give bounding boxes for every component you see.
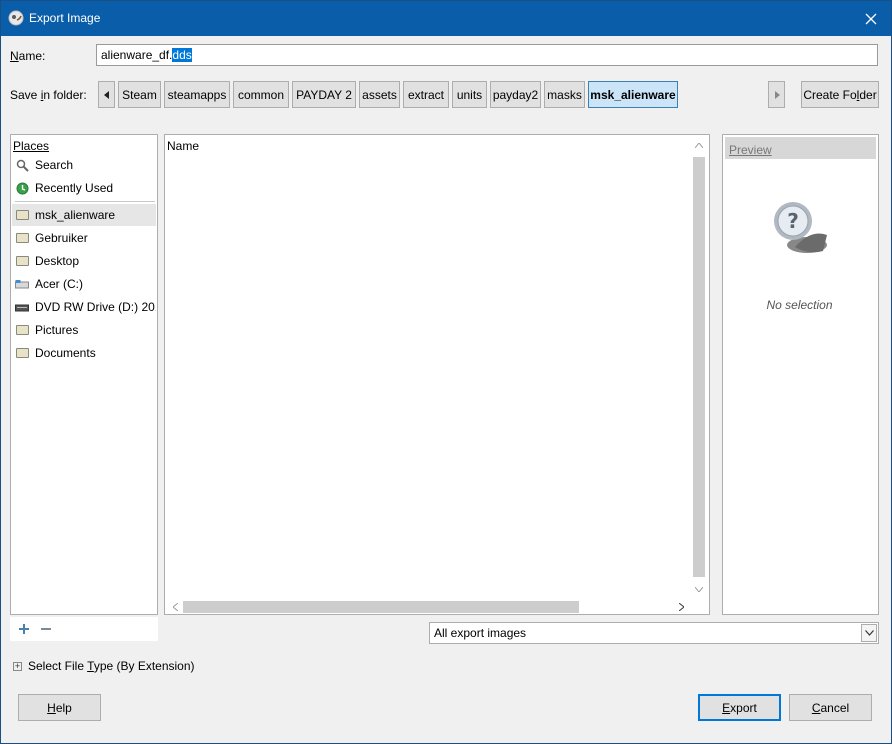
dvd-drive-icon: [15, 301, 29, 313]
folder-icon: [15, 209, 29, 221]
places-panel: Places Search Recently Used msk_alienwar…: [10, 134, 158, 615]
search-icon: [15, 159, 29, 172]
filename-selected-extension: dds: [172, 48, 192, 62]
remove-bookmark-icon[interactable]: [40, 623, 52, 635]
places-separator: [15, 201, 155, 202]
close-icon: [865, 13, 877, 24]
preview-header: Preview: [725, 137, 876, 159]
place-recently-used[interactable]: Recently Used: [12, 177, 156, 199]
crumb-units[interactable]: units: [452, 81, 487, 108]
chevron-down-icon[interactable]: [861, 624, 877, 642]
scroll-right-icon[interactable]: [679, 603, 684, 611]
cancel-button[interactable]: Cancel: [789, 694, 872, 721]
folder-icon: [15, 232, 29, 244]
window-title: Export Image: [29, 11, 101, 25]
crumb-scroll-left-button[interactable]: [98, 81, 115, 108]
place-desktop[interactable]: Desktop: [12, 250, 156, 272]
export-image-dialog: Export Image Name: alienware_df.dds Save…: [0, 0, 892, 744]
place-gebruiker[interactable]: Gebruiker: [12, 227, 156, 249]
place-search[interactable]: Search: [12, 154, 156, 176]
crumb-msk-alienware[interactable]: msk_alienware: [588, 81, 678, 108]
create-folder-button[interactable]: Create Fo l der: [801, 81, 879, 108]
places-header: Places: [13, 139, 50, 153]
horizontal-scrollbar[interactable]: [167, 599, 691, 613]
export-button[interactable]: Export: [698, 694, 781, 721]
filename-input[interactable]: alienware_df.dds: [96, 44, 878, 66]
triangle-left-icon: [103, 90, 109, 99]
save-in-folder-label: Save in folder:: [10, 88, 87, 102]
crumb-common[interactable]: common: [233, 81, 289, 108]
crumb-payday2[interactable]: payday2: [490, 81, 541, 108]
folder-icon: [15, 347, 29, 359]
place-acer-c[interactable]: Acer (C:): [12, 273, 156, 295]
drive-icon: [15, 278, 29, 290]
svg-text:?: ?: [787, 209, 799, 233]
add-bookmark-icon[interactable]: [18, 623, 30, 635]
vertical-scrollbar[interactable]: [691, 137, 707, 599]
place-pictures[interactable]: Pictures: [12, 319, 156, 341]
help-button[interactable]: Help: [18, 694, 101, 721]
scroll-down-icon[interactable]: [695, 587, 703, 592]
crumb-payday-2[interactable]: PAYDAY 2: [292, 81, 356, 108]
vertical-scroll-thumb[interactable]: [693, 157, 705, 577]
crumb-masks[interactable]: masks: [544, 81, 585, 108]
place-msk-alienware[interactable]: msk_alienware: [12, 204, 156, 226]
horizontal-scroll-thumb[interactable]: [183, 601, 579, 613]
folder-icon: [15, 324, 29, 336]
folder-icon: [15, 255, 29, 267]
place-dvd-rw-drive[interactable]: DVD RW Drive (D:) 20...: [12, 296, 156, 318]
place-documents[interactable]: Documents: [12, 342, 156, 364]
no-selection-text: No selection: [766, 298, 833, 312]
name-label: Name:: [10, 49, 46, 63]
crumb-assets[interactable]: assets: [359, 81, 400, 108]
gimp-icon: [8, 10, 24, 26]
file-filter-select[interactable]: All export images: [429, 622, 879, 644]
expand-plus-icon: +: [13, 660, 22, 671]
crumb-steamapps[interactable]: steamapps: [164, 81, 230, 108]
preview-panel: Preview ? No selection: [722, 134, 879, 615]
title-bar: Export Image: [1, 1, 891, 36]
bookmark-controls: [10, 617, 158, 641]
select-file-type-expander[interactable]: + Select File Type (By Extension): [13, 659, 195, 673]
close-button[interactable]: [851, 1, 891, 36]
crumb-scroll-right-button[interactable]: [768, 81, 785, 108]
recent-icon: [15, 182, 29, 194]
file-list[interactable]: Name: [164, 134, 710, 615]
select-file-type-label: Select File Type (By Extension): [28, 659, 195, 673]
no-preview-icon: ?: [774, 202, 827, 253]
name-column-header[interactable]: Name: [167, 139, 199, 153]
crumb-steam[interactable]: Steam: [118, 81, 161, 108]
scroll-left-icon[interactable]: [173, 603, 178, 611]
scroll-up-icon[interactable]: [695, 143, 703, 148]
crumb-extract[interactable]: extract: [403, 81, 449, 108]
triangle-right-icon: [774, 90, 780, 99]
